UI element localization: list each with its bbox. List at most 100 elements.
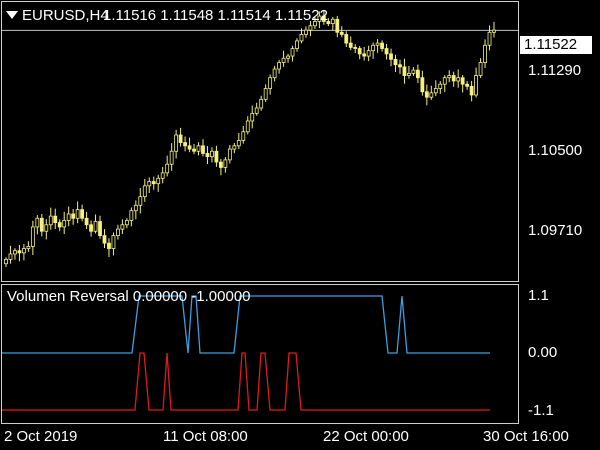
candle-body: [183, 142, 187, 147]
candle-body: [187, 145, 192, 150]
candle-body: [442, 77, 447, 85]
candle: [487, 25, 492, 51]
candle-body: [214, 150, 219, 163]
candle-body: [384, 48, 389, 55]
candle-body: [362, 53, 367, 57]
candle-body: [438, 83, 443, 89]
candle: [201, 139, 205, 157]
candle-body: [344, 34, 349, 44]
indicator-canvas[interactable]: [2, 285, 518, 423]
candle-body: [93, 221, 98, 232]
candle-body: [451, 75, 456, 82]
price-chart-pane[interactable]: [1, 1, 519, 282]
candle: [205, 146, 210, 165]
candle: [465, 80, 470, 90]
candle: [344, 31, 349, 48]
candle-body: [492, 29, 496, 33]
candle: [281, 50, 286, 67]
candle: [187, 137, 192, 153]
candle: [380, 40, 384, 52]
candle-body: [8, 253, 13, 260]
candle-body: [178, 134, 183, 143]
candle: [263, 84, 268, 102]
candle-body: [465, 83, 470, 87]
candle-body: [330, 18, 335, 25]
candle: [57, 219, 62, 232]
candle-body: [201, 145, 205, 154]
time-tick-label: 11 Oct 08:00: [163, 428, 248, 445]
indicator-tick-label: -1.1: [528, 402, 554, 419]
candle-body: [429, 92, 434, 98]
candle-body: [295, 40, 299, 49]
candle: [80, 204, 85, 222]
candle: [214, 145, 219, 167]
candle: [398, 59, 402, 74]
candle-body: [71, 213, 76, 219]
candle-body: [483, 44, 487, 63]
candle-body: [366, 50, 371, 57]
candle-body: [192, 148, 196, 152]
candle-body: [22, 248, 26, 254]
candle: [447, 70, 452, 83]
triangle-down-icon[interactable]: [6, 11, 18, 19]
candle-body: [169, 150, 174, 165]
candle-body: [17, 250, 22, 254]
candle: [44, 219, 49, 240]
candle: [492, 21, 496, 38]
candle-body: [35, 217, 40, 228]
candle: [424, 84, 429, 106]
candle-body: [13, 250, 17, 255]
candle: [160, 166, 165, 184]
candle-body: [402, 66, 407, 76]
candle: [478, 58, 483, 78]
candle: [75, 201, 80, 224]
indicator-tick-label: 1.1: [528, 287, 549, 304]
candle: [53, 208, 58, 229]
candle: [420, 70, 425, 96]
candle-body: [151, 181, 156, 185]
candle: [272, 65, 277, 82]
candle-body: [142, 185, 147, 198]
candle-body: [232, 145, 237, 150]
candle: [142, 178, 147, 202]
candle: [286, 53, 290, 63]
candle-body: [62, 220, 67, 228]
candle: [89, 220, 93, 237]
candle: [277, 59, 282, 74]
candle: [384, 43, 389, 60]
candle: [402, 58, 407, 84]
price-chart-canvas[interactable]: [2, 2, 518, 281]
candle: [366, 45, 371, 62]
candle: [429, 85, 434, 100]
candle-body: [48, 215, 53, 226]
candle-body: [286, 55, 290, 59]
candle: [93, 214, 98, 234]
candle: [460, 75, 465, 93]
candle-body: [398, 64, 402, 68]
candle-body: [39, 217, 44, 232]
candle-body: [290, 48, 295, 57]
candle-body: [4, 258, 8, 265]
candle: [456, 69, 461, 88]
candle: [295, 38, 299, 52]
candle-body: [57, 222, 62, 228]
candle-body: [165, 163, 170, 174]
candle-body: [245, 120, 250, 133]
candle: [48, 207, 53, 230]
candle-body: [129, 210, 134, 221]
candle-body: [456, 77, 461, 82]
indicator-pane[interactable]: [1, 284, 519, 424]
candle: [39, 213, 44, 237]
candle-body: [116, 228, 120, 236]
candle: [210, 147, 214, 163]
candle: [357, 46, 362, 60]
candle-body: [335, 18, 340, 33]
candle-body: [75, 209, 80, 219]
candle-body: [393, 58, 398, 66]
candle-body: [174, 134, 179, 152]
candle: [339, 26, 344, 38]
candle: [178, 127, 183, 147]
candle-body: [474, 75, 478, 96]
indicator-series-red: [2, 352, 490, 411]
candle-body: [196, 145, 201, 152]
